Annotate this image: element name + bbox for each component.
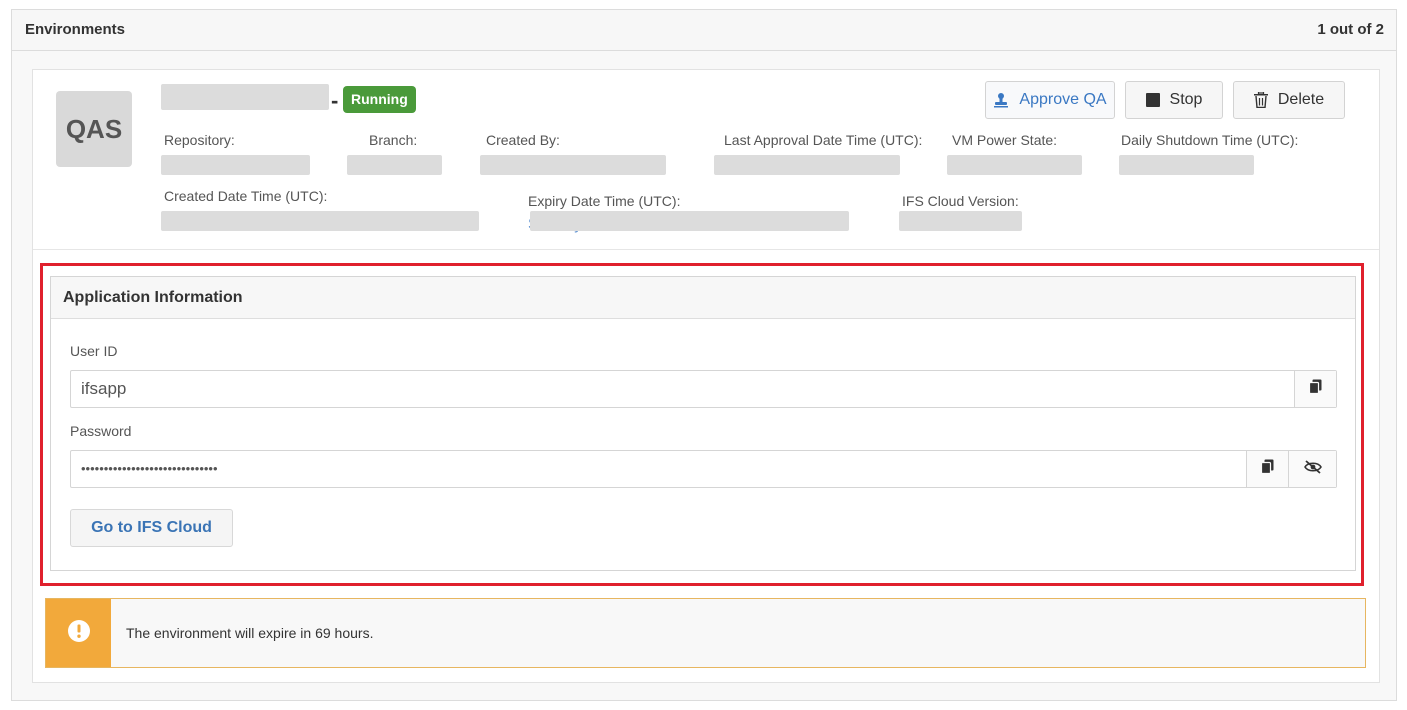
eye-slash-icon [1303, 459, 1322, 479]
user-id-group [70, 370, 1337, 408]
user-id-label: User ID [70, 343, 118, 359]
title-separator: - [331, 88, 339, 113]
stop-button[interactable]: Stop [1125, 81, 1223, 119]
redacted-expiry-value [530, 211, 849, 231]
redacted-created-date-value [161, 211, 479, 231]
delete-button[interactable]: Delete [1233, 81, 1345, 119]
environments-panel: Environments 1 out of 2 QAS - Running Re… [11, 9, 1397, 701]
redacted-shutdown-value [1119, 155, 1254, 175]
go-to-ifs-cloud-button[interactable]: Go to IFS Cloud [70, 509, 233, 547]
panel-title: Environments [25, 21, 126, 38]
stop-icon [1145, 93, 1160, 107]
environment-count: 1 out of 2 [1317, 21, 1384, 38]
copy-icon [1260, 459, 1274, 479]
daily-shutdown-label: Daily Shutdown Time (UTC): [1121, 132, 1299, 148]
branch-label: Branch: [369, 132, 418, 148]
environment-summary: QAS - Running Repository: Branch: Create… [33, 70, 1379, 250]
cloud-version-label: IFS Cloud Version: [902, 193, 1019, 209]
created-by-label: Created By: [486, 132, 560, 148]
warning-message: The environment will expire in 69 hours. [126, 625, 374, 641]
redacted-cloud-version-value [899, 211, 1022, 231]
password-input[interactable]: •••••••••••••••••••••••••••••• [71, 451, 1246, 487]
panel-header: Environments 1 out of 2 [12, 10, 1396, 51]
repository-label: Repository: [164, 132, 235, 148]
status-badge: Running [343, 86, 416, 113]
redacted-branch-value [347, 155, 442, 175]
redacted-repository-value [161, 155, 310, 175]
environment-card: QAS - Running Repository: Branch: Create… [32, 69, 1380, 683]
environment-avatar: QAS [56, 91, 132, 167]
password-label: Password [70, 423, 132, 439]
application-information-title: Application Information [63, 289, 243, 306]
expiry-warning: The environment will expire in 69 hours. [45, 598, 1366, 668]
copy-password-button[interactable] [1246, 451, 1288, 487]
password-group: •••••••••••••••••••••••••••••• [70, 450, 1337, 488]
application-information-panel: Application Information User ID Password… [50, 276, 1356, 571]
copy-icon [1308, 379, 1322, 399]
approve-qa-button[interactable]: Approve QA [985, 81, 1115, 119]
created-date-label: Created Date Time (UTC): [164, 188, 328, 204]
redacted-vm-power-value [947, 155, 1082, 175]
warning-icon-box [46, 599, 111, 667]
delete-label: Delete [1277, 91, 1325, 108]
redacted-last-approval-value [714, 155, 900, 175]
stamp-icon [993, 92, 1009, 108]
toggle-password-visibility-button[interactable] [1288, 451, 1336, 487]
vm-power-label: VM Power State: [952, 132, 1058, 148]
redacted-created-by-value [480, 155, 666, 175]
copy-user-id-button[interactable] [1294, 371, 1336, 407]
user-id-input[interactable] [71, 371, 1294, 407]
redacted-environment-name [161, 84, 329, 110]
stop-label: Stop [1169, 91, 1203, 108]
last-approval-label: Last Approval Date Time (UTC): [724, 132, 923, 148]
expiry-date-label: Expiry Date Time (UTC): [528, 193, 681, 209]
application-information-header: Application Information [51, 277, 1355, 319]
exclamation-circle-icon [67, 619, 91, 648]
trash-icon [1253, 92, 1268, 108]
approve-qa-label: Approve QA [1019, 91, 1107, 108]
